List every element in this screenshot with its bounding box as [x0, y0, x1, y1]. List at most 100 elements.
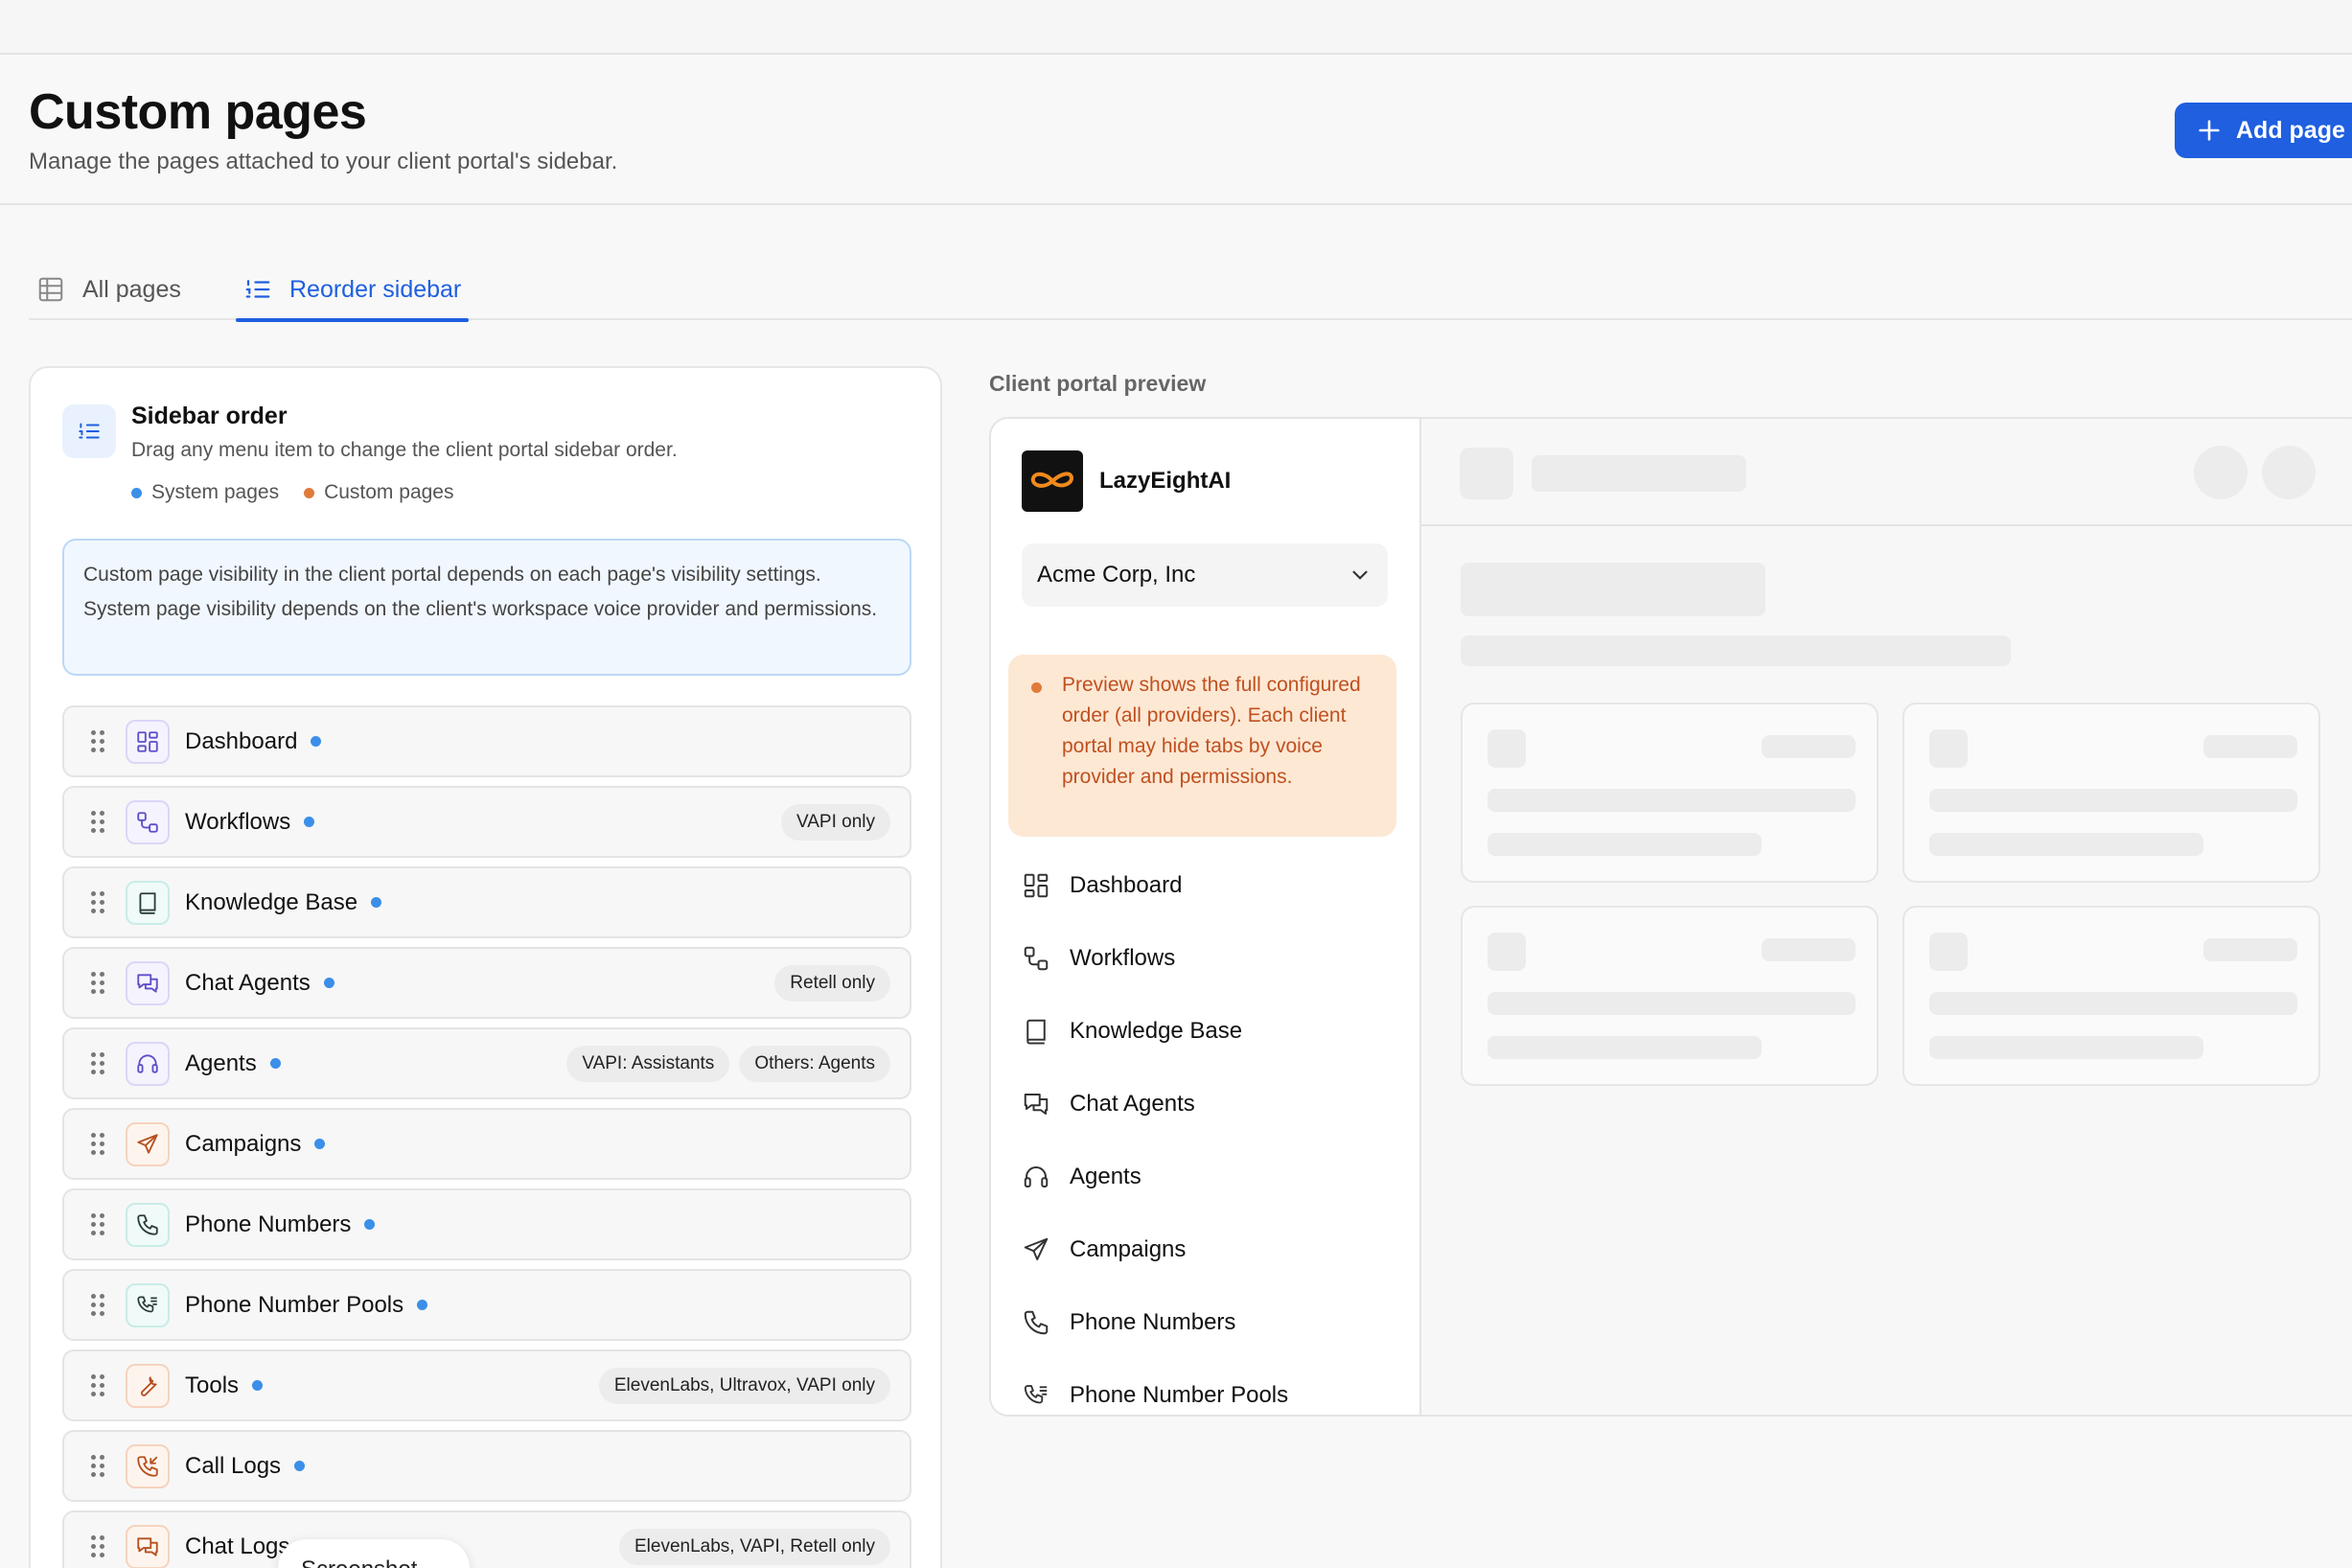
workflow-icon [1024, 946, 1049, 971]
sidebar-item-knowledge-base[interactable]: Knowledge Base [62, 866, 911, 938]
preview-nav-dashboard[interactable]: Dashboard [1022, 871, 1182, 900]
system-page-dot [294, 1461, 306, 1471]
nav-label: Chat Agents [1070, 1091, 1195, 1117]
drag-handle-icon[interactable] [91, 1373, 104, 1397]
sidebar-item-label: Knowledge Base [185, 888, 358, 915]
sidebar-item-label: Chat Logs [185, 1533, 290, 1559]
drag-handle-icon[interactable] [91, 1454, 104, 1478]
chat-icon [1024, 1094, 1049, 1115]
skeleton-title [1461, 563, 1765, 616]
nav-label: Agents [1070, 1164, 1141, 1189]
system-page-dot [364, 1219, 376, 1230]
client-portal-preview: LazyEightAI Acme Corp, Inc Preview shows… [989, 417, 2352, 1417]
org-select-value: Acme Corp, Inc [1037, 562, 1196, 588]
nav-label: Phone Number Pools [1070, 1382, 1289, 1408]
sidebar-order-panel: Sidebar order Drag any menu item to chan… [29, 366, 942, 1568]
nav-label: Workflows [1070, 945, 1176, 971]
wrench-icon [126, 1363, 170, 1408]
sidebar-item-agents[interactable]: Agents VAPI: Assistants Others: Agents [62, 1027, 911, 1099]
headset-icon [1024, 1166, 1049, 1188]
tab-bar: All pages Reorder sidebar [29, 259, 2352, 322]
provider-badge: ElevenLabs, VAPI, Retell only [618, 1528, 890, 1565]
sidebar-item-workflows[interactable]: Workflows VAPI only [62, 786, 911, 858]
sidebar-item-call-logs[interactable]: Call Logs [62, 1430, 911, 1502]
panel-description: Drag any menu item to change the client … [131, 439, 678, 461]
preview-nav-agents[interactable]: Agents [1022, 1163, 1141, 1191]
provider-badge: Retell only [774, 964, 890, 1002]
sidebar-item-chat-logs[interactable]: Chat Logs ElevenLabs, VAPI, Retell only [62, 1510, 911, 1568]
preview-nav-campaigns[interactable]: Campaigns [1022, 1235, 1186, 1264]
preview-nav-phone-number-pools[interactable]: Phone Number Pools [1022, 1381, 1288, 1410]
warning-text: Preview shows the full configured order … [1062, 674, 1361, 788]
screenshot-overlay-button[interactable]: Screenshot [278, 1539, 470, 1568]
page-header: Custom pages Manage the pages attached t… [0, 55, 2352, 205]
preview-sidebar: LazyEightAI Acme Corp, Inc Preview shows… [991, 419, 1421, 1415]
legend-custom: Custom pages [304, 481, 453, 504]
sidebar-item-dashboard[interactable]: Dashboard [62, 705, 911, 777]
brand-name: LazyEightAI [1099, 468, 1232, 494]
skeleton-card [1461, 906, 1879, 1086]
preview-nav-chat-agents[interactable]: Chat Agents [1022, 1090, 1195, 1118]
sidebar-item-label: Agents [185, 1049, 257, 1076]
sidebar-item-label: Campaigns [185, 1130, 302, 1157]
drag-handle-icon[interactable] [91, 1293, 104, 1317]
skeleton-block [1532, 455, 1746, 492]
system-page-dot [311, 736, 322, 747]
page-title: Custom pages [29, 84, 367, 140]
phone-list-icon [126, 1282, 170, 1327]
add-page-button[interactable]: Add page [2175, 103, 2352, 158]
skeleton-avatar [2194, 446, 2248, 499]
provider-badge: VAPI only [780, 803, 890, 841]
book-icon [1026, 1019, 1046, 1045]
drag-handle-icon[interactable] [91, 890, 104, 914]
skeleton-block [1460, 448, 1513, 499]
tab-label: All pages [82, 275, 181, 303]
sidebar-item-chat-agents[interactable]: Chat Agents Retell only [62, 947, 911, 1019]
phone-icon [1024, 1310, 1049, 1335]
system-page-dot [314, 1139, 326, 1149]
sidebar-item-phone-number-pools[interactable]: Phone Number Pools [62, 1269, 911, 1341]
warning-dot [1031, 682, 1042, 693]
drag-handle-icon[interactable] [91, 810, 104, 834]
send-icon [1024, 1237, 1049, 1260]
chevron-down-icon [1352, 570, 1368, 580]
send-icon [126, 1121, 170, 1166]
sidebar-item-label: Phone Number Pools [185, 1291, 404, 1318]
provider-badge: ElevenLabs, Ultravox, VAPI only [598, 1367, 890, 1404]
drag-handle-icon[interactable] [91, 1132, 104, 1156]
sidebar-item-label: Workflows [185, 808, 291, 835]
drag-handle-icon[interactable] [91, 1534, 104, 1558]
panel-title: Sidebar order [131, 403, 288, 429]
org-select[interactable]: Acme Corp, Inc [1022, 543, 1388, 607]
preview-nav-phone-numbers[interactable]: Phone Numbers [1022, 1308, 1235, 1337]
dashboard-icon [1024, 873, 1049, 898]
drag-handle-icon[interactable] [91, 729, 104, 753]
sidebar-item-label: Dashboard [185, 727, 298, 754]
sidebar-item-tools[interactable]: Tools ElevenLabs, Ultravox, VAPI only [62, 1349, 911, 1421]
preview-nav-knowledge-base[interactable]: Knowledge Base [1022, 1017, 1242, 1046]
skeleton-subtitle [1461, 635, 2011, 666]
add-page-label: Add page [2236, 116, 2345, 144]
preview-nav-workflows[interactable]: Workflows [1022, 944, 1175, 973]
sidebar-item-label: Tools [185, 1372, 240, 1398]
drag-handle-icon[interactable] [91, 971, 104, 995]
table-icon [38, 277, 63, 302]
sidebar-item-phone-numbers[interactable]: Phone Numbers [62, 1188, 911, 1260]
provider-badge: VAPI: Assistants [566, 1045, 730, 1082]
sidebar-item-label: Chat Agents [185, 969, 311, 996]
nav-label: Campaigns [1070, 1236, 1187, 1262]
system-page-dot [304, 817, 315, 827]
legend-system: System pages [131, 481, 279, 504]
phone-incoming-icon [126, 1443, 170, 1488]
drag-handle-icon[interactable] [91, 1212, 104, 1236]
skeleton-avatar [2262, 446, 2316, 499]
drag-handle-icon[interactable] [91, 1051, 104, 1075]
dashboard-icon [126, 719, 170, 764]
page-subtitle: Manage the pages attached to your client… [29, 149, 618, 174]
phone-icon [126, 1202, 170, 1247]
system-page-dot [252, 1380, 264, 1391]
tab-reorder-sidebar[interactable]: Reorder sidebar [236, 259, 470, 322]
workflow-icon [126, 799, 170, 844]
tab-all-pages[interactable]: All pages [36, 259, 181, 320]
sidebar-item-campaigns[interactable]: Campaigns [62, 1108, 911, 1180]
